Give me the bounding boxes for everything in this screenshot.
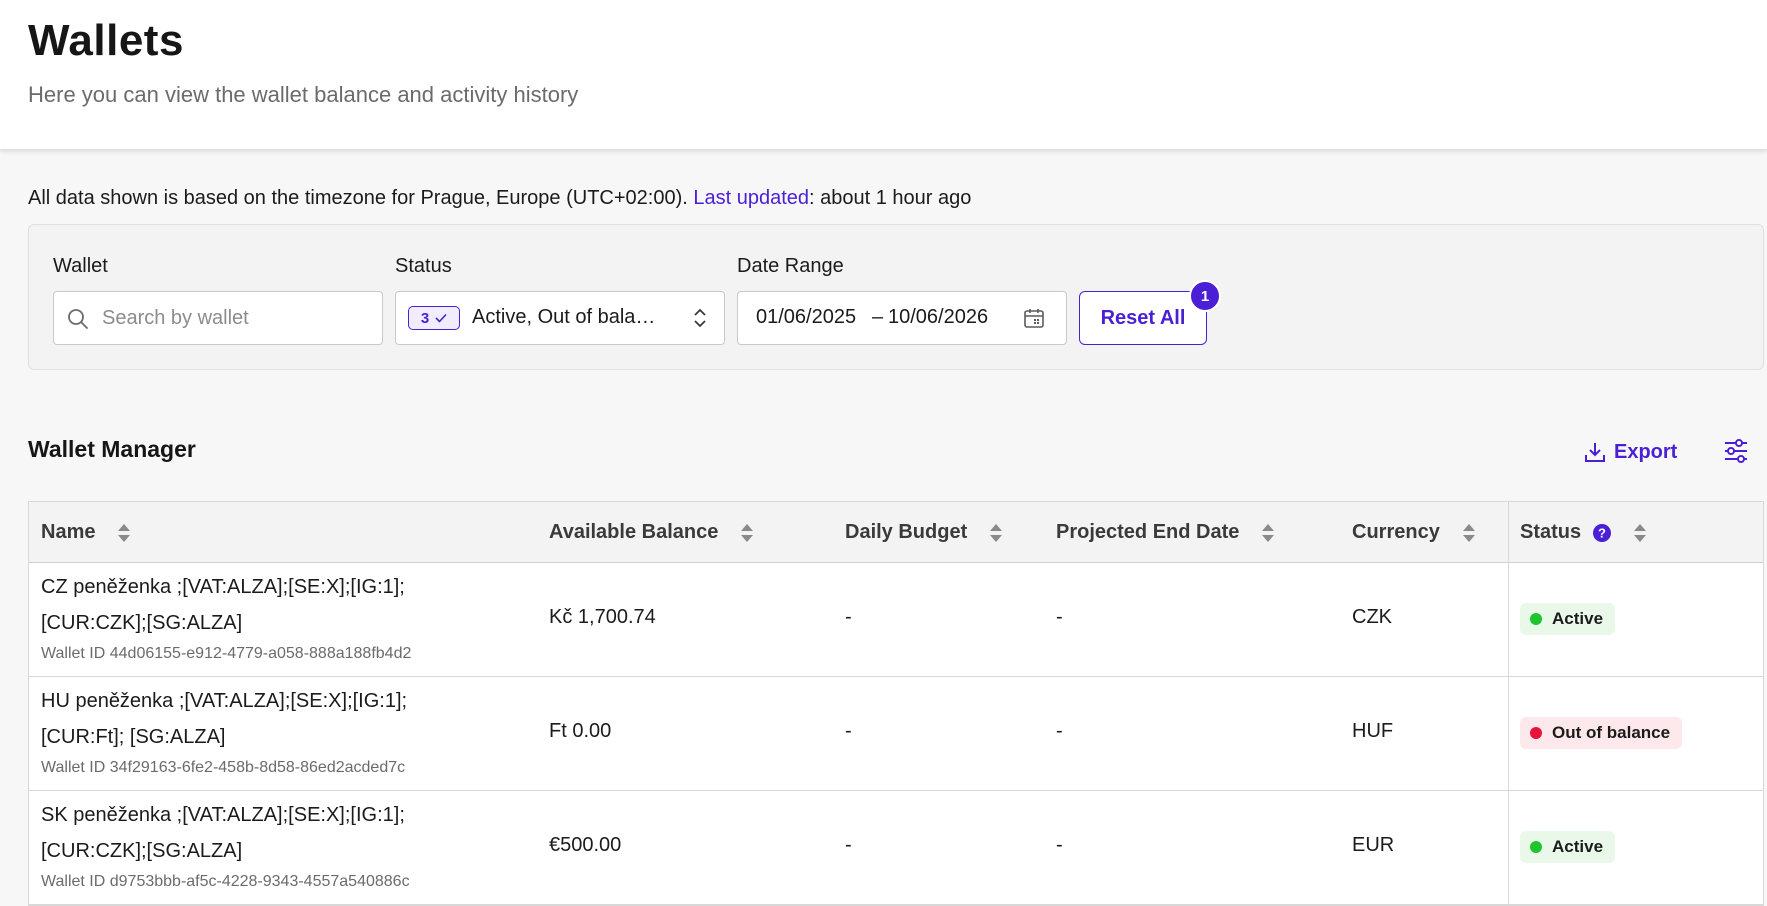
projected-end-date: -: [1056, 834, 1063, 856]
sort-icon: [741, 523, 754, 542]
column-header-label: Projected End Date: [1056, 521, 1240, 543]
status-select-value: Active, Out of bala…: [472, 306, 656, 328]
currency: EUR: [1352, 834, 1395, 856]
column-header-status[interactable]: Status ?: [1520, 502, 1647, 563]
projected-end-date: -: [1056, 720, 1063, 742]
projected-end-date: -: [1056, 606, 1063, 628]
wallet-filter-label: Wallet: [53, 255, 108, 277]
calendar-icon[interactable]: [1022, 306, 1046, 330]
date-end: 10/06/2026: [888, 306, 989, 328]
wallet-name: SK peněženka ;[VAT:ALZA];[SE:X];[IG:1]; …: [41, 804, 405, 862]
wallet-name: CZ peněženka ;[VAT:ALZA];[SE:X];[IG:1]; …: [41, 576, 405, 634]
status-label: Out of balance: [1552, 723, 1671, 742]
active-filter-count-badge: 1: [1189, 280, 1221, 312]
download-icon: [1585, 443, 1605, 462]
timezone-note: All data shown is based on the timezone …: [28, 187, 971, 210]
column-header-projected-end-date[interactable]: Projected End Date: [1056, 502, 1275, 563]
status-count-chip: 3: [408, 306, 460, 330]
column-header-currency[interactable]: Currency: [1352, 502, 1476, 563]
date-range-picker[interactable]: 01/06/2025 – 10/06/2026: [737, 291, 1067, 345]
table-header: Name Available Balance Daily Budget Proj…: [29, 502, 1763, 563]
wallet-manager-title: Wallet Manager: [28, 436, 196, 462]
available-balance: Ft 0.00: [549, 720, 612, 742]
status-count: 3: [420, 309, 430, 327]
sort-icon: [1634, 523, 1647, 542]
date-start: 01/06/2025: [756, 306, 857, 328]
status-dot: [1530, 841, 1542, 853]
wallet-id: Wallet ID d9753bbb-af5c-4228-9343-4557a5…: [41, 873, 410, 890]
table-row[interactable]: SK peněženka ;[VAT:ALZA];[SE:X];[IG:1]; …: [29, 791, 1763, 905]
wallet-search-box[interactable]: [53, 291, 383, 345]
wallet-id: Wallet ID 44d06155-e912-4779-a058-888a18…: [41, 645, 412, 662]
sort-icon: [990, 523, 1003, 542]
help-icon[interactable]: ?: [1593, 523, 1612, 542]
currency: CZK: [1352, 606, 1392, 628]
status-dot: [1530, 613, 1542, 625]
sort-icon: [1462, 523, 1475, 542]
filter-panel: Wallet Status Date Range 3 Active, Out o…: [28, 224, 1764, 370]
column-header-label: Status: [1520, 521, 1582, 543]
export-label: Export: [1614, 440, 1678, 463]
daily-budget: -: [845, 606, 852, 628]
available-balance: €500.00: [549, 834, 622, 856]
column-header-label: Name: [41, 521, 96, 543]
status-label: Active: [1552, 609, 1604, 628]
last-updated-value: : about 1 hour ago: [809, 187, 972, 209]
page-header: Wallets Here you can view the wallet bal…: [0, 0, 1767, 150]
column-header-label: Daily Budget: [845, 521, 968, 543]
wallet-search-input[interactable]: [102, 292, 372, 344]
timezone-note-text: All data shown is based on the timezone …: [28, 187, 694, 209]
wallet-name: HU peněženka ;[VAT:ALZA];[SE:X];[IG:1];[…: [41, 690, 408, 748]
daily-budget: -: [845, 834, 852, 856]
export-button[interactable]: Export: [1584, 437, 1677, 467]
column-header-label: Available Balance: [549, 521, 719, 543]
available-balance: Kč 1,700.74: [549, 606, 656, 628]
column-divider: [1508, 502, 1509, 905]
status-label: Active: [1552, 837, 1604, 856]
status-badge: Active: [1520, 603, 1616, 635]
date-range-label: Date Range: [737, 255, 844, 277]
status-filter-label: Status: [395, 255, 452, 277]
wallet-id: Wallet ID 34f29163-6fe2-458b-8d58-86ed2a…: [41, 759, 406, 776]
table-row[interactable]: CZ peněženka ;[VAT:ALZA];[SE:X];[IG:1]; …: [29, 563, 1763, 677]
search-icon: [68, 309, 88, 329]
page-subtitle: Here you can view the wallet balance and…: [28, 82, 579, 107]
sort-icon: [1262, 523, 1275, 542]
last-updated-link[interactable]: Last updated: [693, 187, 809, 209]
currency: HUF: [1352, 720, 1394, 742]
column-header-daily-budget[interactable]: Daily Budget: [845, 502, 1003, 563]
column-header-balance[interactable]: Available Balance: [549, 502, 754, 563]
check-icon: [435, 313, 447, 323]
page-title: Wallets: [28, 16, 184, 65]
svg-text:?: ?: [1598, 525, 1606, 540]
status-badge: Active: [1520, 831, 1616, 863]
sort-icon: [118, 523, 131, 542]
status-dot: [1530, 727, 1542, 739]
column-settings-icon[interactable]: [1722, 437, 1750, 465]
status-select[interactable]: 3 Active, Out of bala…: [395, 291, 725, 345]
column-header-name[interactable]: Name: [41, 502, 131, 563]
chevron-up-down-icon: [694, 308, 706, 328]
column-header-label: Currency: [1352, 521, 1440, 543]
wallet-table: Name Available Balance Daily Budget Proj…: [28, 501, 1764, 906]
status-badge: Out of balance: [1520, 717, 1683, 749]
reset-all-button[interactable]: Reset All: [1079, 291, 1207, 345]
table-row[interactable]: HU peněženka ;[VAT:ALZA];[SE:X];[IG:1];[…: [29, 677, 1763, 791]
date-separator: –: [872, 306, 884, 328]
daily-budget: -: [845, 720, 852, 742]
